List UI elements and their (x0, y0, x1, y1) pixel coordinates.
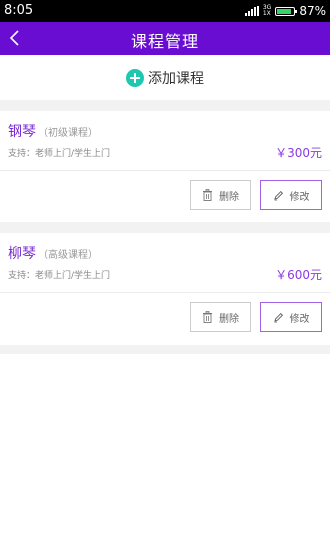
course-level: （高级课程） (38, 250, 98, 261)
plus-circle-icon (126, 68, 144, 87)
status-indicators: 3G 1X 87% (244, 3, 326, 19)
page-title: 课程管理 (130, 32, 199, 51)
course-name: 钢琴 (8, 124, 36, 140)
course-card: 柳琴 （高级课程） 支持：老师上门/学生上门 ￥600元 删除 修改 (0, 233, 330, 345)
edit-button[interactable]: 修改 (260, 180, 322, 210)
section-separator (0, 222, 330, 233)
delete-button[interactable]: 删除 (190, 180, 251, 210)
course-level: （初级课程） (38, 128, 98, 139)
network-type: 3G 1X (263, 5, 271, 17)
delete-button[interactable]: 删除 (190, 302, 251, 332)
card-divider (0, 292, 330, 293)
edit-label: 修改 (289, 191, 310, 203)
pencil-icon (273, 312, 283, 322)
edit-label: 修改 (289, 313, 310, 325)
section-separator (0, 100, 330, 111)
course-name: 柳琴 (8, 246, 36, 262)
edit-button[interactable]: 修改 (260, 302, 322, 332)
course-support: 支持：老师上门/学生上门 (8, 271, 111, 281)
add-course-button[interactable]: 添加课程 (0, 55, 330, 100)
status-time: 8:05 (4, 3, 34, 18)
delete-label: 删除 (219, 313, 239, 325)
course-support: 支持：老师上门/学生上门 (8, 149, 111, 159)
course-name-row: 柳琴 （高级课程） (8, 243, 98, 263)
battery-percent: 87% (299, 4, 326, 18)
battery-icon (275, 6, 298, 16)
trash-icon (203, 189, 212, 201)
network-type-bottom: 1X (262, 10, 271, 17)
course-price: ￥600元 (275, 268, 322, 282)
status-bar: 8:05 3G 1X 87% (0, 0, 330, 22)
nav-bar: 课程管理 (0, 22, 330, 55)
add-course-label: 添加课程 (148, 70, 204, 87)
course-name-row: 钢琴 （初级课程） (8, 121, 98, 141)
signal-icon (244, 6, 259, 16)
course-price: ￥300元 (275, 146, 322, 160)
pencil-icon (273, 190, 283, 200)
section-separator (0, 345, 330, 354)
card-divider (0, 170, 330, 171)
trash-icon (203, 311, 212, 323)
course-card: 钢琴 （初级课程） 支持：老师上门/学生上门 ￥300元 删除 修改 (0, 111, 330, 222)
battery-fill (277, 8, 292, 14)
delete-label: 删除 (219, 191, 239, 203)
